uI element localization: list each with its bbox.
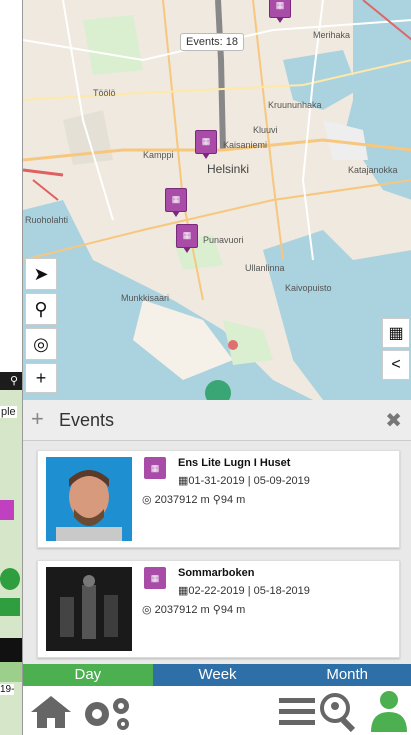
tab-week[interactable]: Week	[152, 664, 283, 686]
menu-icon[interactable]	[279, 696, 315, 728]
zoom-in-button[interactable]: +	[25, 363, 57, 393]
period-tabs: Day Week Month	[23, 664, 411, 686]
place-kruununhaka: Kruununhaka	[268, 100, 322, 110]
event-card[interactable]: ▦ Ens Lite Lugn I Huset ▦01-31-2019 | 05…	[37, 450, 400, 548]
user-location-marker[interactable]	[205, 380, 231, 400]
event-distance-value: 2037912 m	[154, 604, 210, 616]
calendar-button[interactable]: ▦	[382, 318, 410, 348]
calendar-icon: ▦	[178, 585, 189, 597]
calendar-icon: ▦	[178, 475, 189, 487]
home-icon[interactable]	[29, 694, 73, 730]
event-walk-value: 94 m	[220, 604, 246, 616]
phone-screen: Events: 18 Helsinki Kaisaniemi Kruununha…	[22, 0, 411, 735]
place-toolo: Töölö	[93, 88, 116, 98]
event-type-icon: ▦	[144, 457, 166, 479]
events-panel-header: + Events ✖	[23, 400, 411, 441]
place-merihaka: Merihaka	[313, 30, 351, 40]
background-date: 19-	[0, 684, 15, 695]
tab-day[interactable]: Day	[23, 664, 153, 686]
distance-icon: ◎	[142, 494, 155, 506]
place-helsinki: Helsinki	[207, 162, 250, 176]
event-dates: ▦02-22-2019 | 05-18-2019	[178, 584, 310, 597]
background-green-marker	[0, 598, 20, 616]
event-thumbnail	[46, 567, 132, 651]
event-dates: ▦01-31-2019 | 05-09-2019	[178, 474, 310, 487]
event-distance: ◎ 2037912 m ⚲94 m	[142, 493, 245, 506]
event-title: Ens Lite Lugn I Huset	[178, 457, 291, 469]
place-punavuori: Punavuori	[203, 235, 244, 245]
place-kaisaniemi: Kaisaniemi	[223, 140, 268, 150]
event-distance: ◎ 2037912 m ⚲94 m	[142, 603, 245, 616]
background-marker	[0, 500, 14, 520]
bottom-nav	[23, 686, 411, 735]
my-location-button[interactable]: ◎	[25, 328, 57, 360]
close-icon[interactable]: ✖	[385, 408, 402, 433]
event-marker[interactable]: ▦	[195, 130, 217, 159]
place-munkkisaari: Munkkisaari	[121, 293, 170, 303]
event-card[interactable]: ▦ Sommarboken ▦02-22-2019 | 05-18-2019 ◎…	[37, 560, 400, 658]
share-button[interactable]: <	[382, 350, 410, 380]
pin-icon: ⚲	[209, 494, 221, 506]
location-pin-button[interactable]: ⚲	[25, 293, 57, 325]
event-marker[interactable]: ▦	[269, 0, 291, 23]
events-panel: + Events ✖ ▦ Ens Lite Lugn I Huset ▦01-3…	[23, 400, 411, 665]
background-green-marker	[0, 568, 20, 590]
add-icon[interactable]: +	[31, 408, 44, 430]
location-pin-icon: ⚲	[10, 375, 19, 387]
settings-icon[interactable]	[77, 694, 137, 730]
place-ruoholahti: Ruoholahti	[25, 215, 69, 225]
background-label: ple	[0, 406, 17, 418]
event-marker[interactable]: ▦	[176, 224, 198, 253]
event-marker[interactable]: ▦	[165, 188, 187, 217]
place-kaivopuisto: Kaivopuisto	[285, 283, 332, 293]
place-kluuvi: Kluuvi	[253, 125, 278, 135]
place-katajanokka: Katajanokka	[348, 165, 398, 175]
search-location-icon[interactable]	[319, 692, 359, 732]
place-kamppi: Kamppi	[143, 150, 174, 160]
event-dates-value: 01-31-2019 | 05-09-2019	[188, 475, 310, 487]
event-title: Sommarboken	[178, 567, 255, 579]
events-count-label: Events: 18	[180, 33, 244, 51]
tab-month[interactable]: Month	[282, 664, 411, 686]
place-ullanlinna: Ullanlinna	[245, 263, 285, 273]
event-distance-value: 2037912 m	[154, 494, 210, 506]
event-thumbnail	[46, 457, 132, 541]
distance-icon: ◎	[142, 604, 155, 616]
events-panel-title: Events	[59, 410, 115, 430]
event-dates-value: 02-22-2019 | 05-18-2019	[188, 585, 310, 597]
event-walk-value: 94 m	[220, 494, 246, 506]
event-type-icon: ▦	[144, 567, 166, 589]
pin-icon: ⚲	[209, 604, 221, 616]
navigate-button[interactable]: ➤	[25, 258, 57, 290]
user-icon[interactable]	[369, 690, 409, 732]
map-view[interactable]: Events: 18 Helsinki Kaisaniemi Kruununha…	[23, 0, 411, 400]
map-canvas	[23, 0, 411, 400]
